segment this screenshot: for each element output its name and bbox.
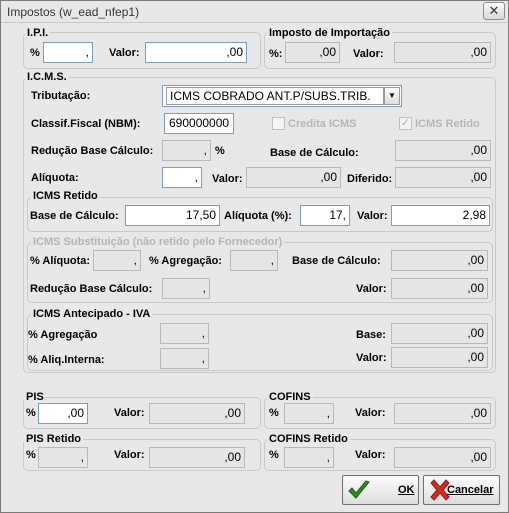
subst-valor-label: Valor: <box>356 283 387 295</box>
tributacao-select[interactable]: ICMS COBRADO ANT.P/SUBS.TRIB. ▼ <box>162 85 402 107</box>
reducao-label: Redução Base Cálculo: <box>31 145 154 157</box>
icms-retido-checkbox[interactable]: ✓ <box>399 117 412 130</box>
antecipado-base-label: Base: <box>356 329 386 341</box>
reducao-field[interactable]: , <box>162 140 211 161</box>
retido-aliquota-field[interactable]: 17, <box>300 205 350 226</box>
subst-reducao-label: Redução Base Cálculo: <box>30 283 153 295</box>
ipi-valor-label: Valor: <box>109 47 140 59</box>
credita-icms-checkbox[interactable] <box>272 117 285 130</box>
pis-pct-field[interactable]: ,00 <box>38 403 88 424</box>
antecipado-agregacao-label: % Agregação <box>28 329 98 341</box>
pis-retido-pct-field[interactable]: , <box>38 447 88 468</box>
cancel-button[interactable]: Cancelar <box>423 475 500 505</box>
tributacao-label: Tributação: <box>31 90 91 102</box>
cofins-retido-valor-field[interactable]: ,00 <box>394 447 491 468</box>
antecipado-valor-label: Valor: <box>356 352 387 364</box>
ipi-pct-field[interactable]: , <box>43 42 93 63</box>
importacao-title: Imposto de Importação <box>267 27 393 40</box>
icms-base-label: Base de Cálculo: <box>270 147 359 159</box>
icms-aliquota-label: Alíquota: <box>31 172 79 184</box>
subst-agregacao-label: % Agregação: <box>149 255 222 267</box>
icms-subst-title: ICMS Substituição (não retido pelo Forne… <box>31 236 285 249</box>
icms-retido-title: ICMS Retido <box>31 190 100 203</box>
window-title: Impostos (w_ead_nfep1) <box>7 5 140 19</box>
icms-valor-field[interactable]: ,00 <box>246 167 341 188</box>
subst-base-label: Base de Cálculo: <box>292 255 381 267</box>
antecipado-valor-field[interactable]: ,00 <box>391 347 488 368</box>
antecipado-aliq-field[interactable]: , <box>160 348 209 369</box>
cofins-retido-pct-field[interactable]: , <box>284 447 334 468</box>
cofins-retido-title: COFINS Retido <box>267 433 350 446</box>
pis-retido-valor-field[interactable]: ,00 <box>149 447 245 468</box>
cancel-label: Cancelar <box>447 484 494 496</box>
classif-fiscal-label: Classif.Fiscal (NBM): <box>31 118 141 130</box>
importacao-valor-label: Valor: <box>353 48 384 60</box>
pis-valor-field[interactable]: ,00 <box>149 403 245 424</box>
antecipado-agregacao-field[interactable]: , <box>160 323 209 344</box>
checkmark-icon <box>348 480 370 499</box>
chevron-down-icon[interactable]: ▼ <box>384 87 400 105</box>
subst-aliquota-label: % Alíquota: <box>30 255 91 267</box>
cofins-valor-field[interactable]: ,00 <box>394 403 491 424</box>
cofins-pct-label: % <box>269 407 279 419</box>
reducao-pct-label: % <box>215 145 225 157</box>
retido-valor-label: Valor: <box>357 210 388 222</box>
ipi-pct-label: % <box>30 47 40 59</box>
pis-retido-valor-label: Valor: <box>114 449 145 461</box>
retido-aliquota-label: Alíquota (%): <box>224 210 292 222</box>
subst-aliquota-field[interactable]: , <box>93 250 141 271</box>
cofins-retido-pct-label: % <box>269 449 279 461</box>
pis-retido-title: PIS Retido <box>24 433 84 446</box>
subst-reducao-field[interactable]: , <box>162 278 210 299</box>
subst-base-field[interactable]: ,00 <box>391 250 488 271</box>
tributacao-selected-value: ICMS COBRADO ANT.P/SUBS.TRIB. <box>166 87 384 105</box>
cofins-retido-valor-label: Valor: <box>355 449 386 461</box>
close-button[interactable]: ✕ <box>483 2 505 20</box>
pis-valor-label: Valor: <box>114 407 145 419</box>
icms-title: I.C.M.S. <box>25 71 69 84</box>
cofins-pct-field[interactable]: , <box>284 403 334 424</box>
importacao-valor-field[interactable]: ,00 <box>394 42 491 63</box>
importacao-pct-label: %: <box>269 48 283 60</box>
antecipado-aliq-label: % Aliq.Interna: <box>28 354 105 366</box>
diferido-field[interactable]: ,00 <box>395 167 491 188</box>
ok-button[interactable]: OK <box>342 475 419 505</box>
subst-valor-field[interactable]: ,00 <box>391 278 488 299</box>
retido-base-field[interactable]: 17,50 <box>125 205 220 226</box>
icms-retido-check-label: ICMS Retido <box>415 118 480 130</box>
subst-agregacao-field[interactable]: , <box>230 250 278 271</box>
ok-label: OK <box>398 484 415 496</box>
icms-valor-label: Valor: <box>212 173 243 185</box>
impostos-window: Impostos (w_ead_nfep1) ✕ I.P.I. % , Valo… <box>0 0 509 513</box>
ipi-valor-field[interactable]: ,00 <box>145 42 247 63</box>
importacao-pct-field[interactable]: ,00 <box>285 42 340 63</box>
diferido-label: Diferido: <box>347 173 393 185</box>
cofins-valor-label: Valor: <box>355 407 386 419</box>
ipi-title: I.P.I. <box>25 27 51 40</box>
title-bar: Impostos (w_ead_nfep1) ✕ <box>1 1 508 23</box>
retido-base-label: Base de Cálculo: <box>30 210 119 222</box>
credita-icms-label: Credita ICMS <box>288 118 357 130</box>
retido-valor-field[interactable]: 2,98 <box>391 205 490 226</box>
icms-aliquota-field[interactable]: , <box>162 167 202 188</box>
pis-retido-pct-label: % <box>26 449 36 461</box>
pis-pct-label: % <box>26 407 36 419</box>
icms-base-field[interactable]: ,00 <box>395 140 491 161</box>
icms-antecipado-title: ICMS Antecipado - IVA <box>31 308 153 321</box>
classif-fiscal-field[interactable]: 690000000 <box>164 113 234 134</box>
antecipado-base-field[interactable]: ,00 <box>391 323 488 344</box>
